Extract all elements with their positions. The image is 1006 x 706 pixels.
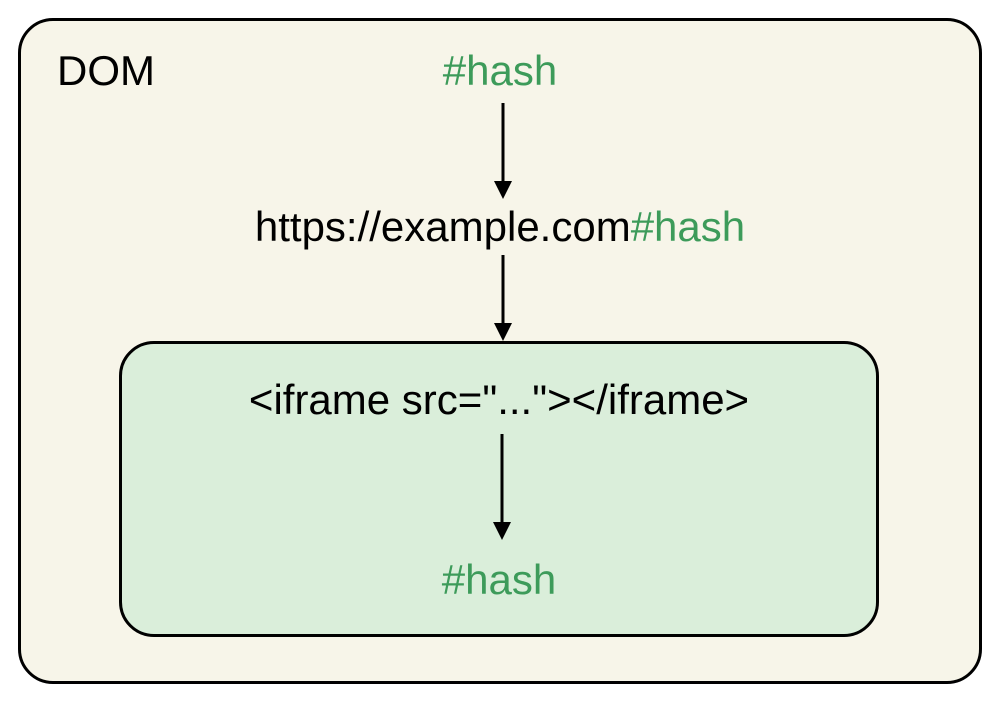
url-hash: #hash xyxy=(631,203,745,250)
hash-top: #hash xyxy=(443,47,557,95)
arrow-iframe-to-hash xyxy=(490,432,514,542)
iframe-container: <iframe src="..."></iframe> #hash xyxy=(119,341,879,637)
url-base: https://example.com xyxy=(255,203,631,250)
dom-label: DOM xyxy=(57,47,155,95)
dom-container: DOM #hash https://example.com#hash <ifra… xyxy=(18,18,982,684)
iframe-code: <iframe src="..."></iframe> xyxy=(249,376,749,424)
url-line: https://example.com#hash xyxy=(255,203,745,251)
hash-bottom: #hash xyxy=(442,556,556,604)
arrow-hash-to-url xyxy=(491,101,515,201)
arrow-url-to-iframe xyxy=(491,253,515,343)
